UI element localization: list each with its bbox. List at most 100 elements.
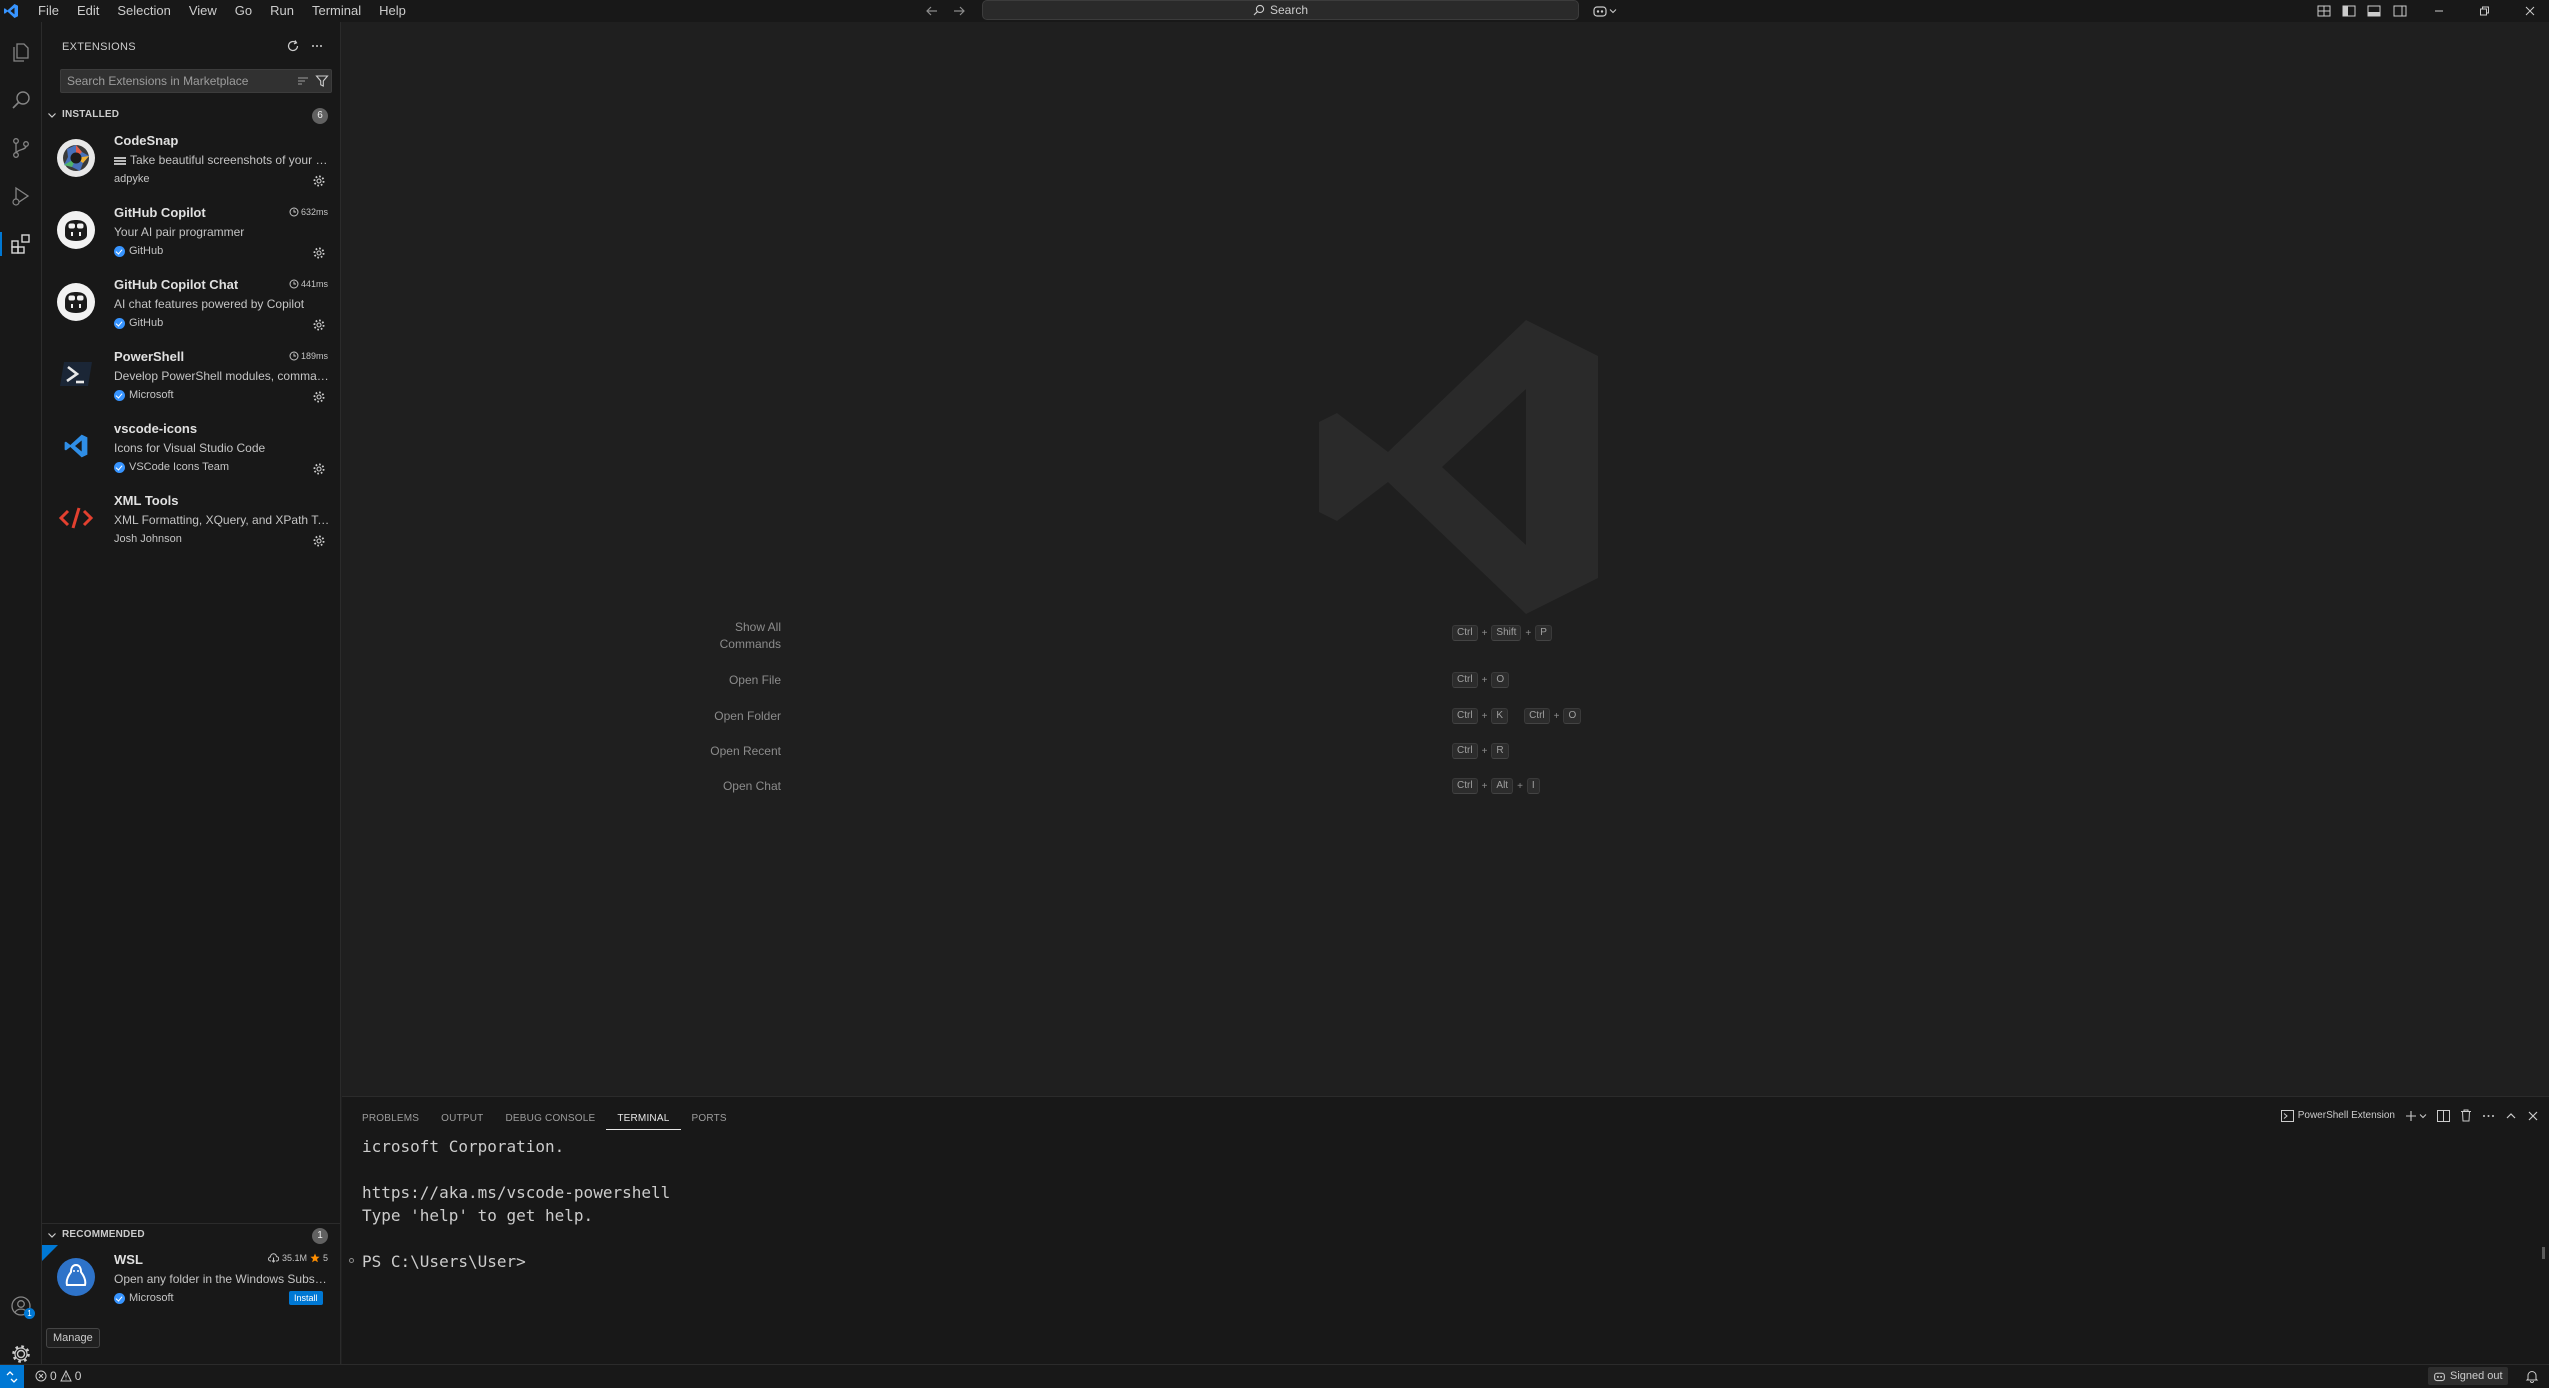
bottom-panel: PROBLEMS OUTPUT DEBUG CONSOLE TERMINAL P… xyxy=(342,1096,2549,1364)
recommended-section-label: RECOMMENDED xyxy=(62,1229,145,1240)
editor-area: Show All Commands Ctrl + Shift + P Open Fi… xyxy=(342,22,2549,1096)
extension-item-codesnap[interactable]: CodeSnap Take beautiful screenshots of y… xyxy=(42,126,340,198)
command-decoration-icon[interactable] xyxy=(349,1258,354,1263)
menu-terminal[interactable]: Terminal xyxy=(304,0,369,22)
extension-item-vscode-icons[interactable]: vscode-icons Icons for Visual Studio Cod… xyxy=(42,414,340,486)
extension-search-input[interactable] xyxy=(61,70,287,92)
tab-debug-console[interactable]: DEBUG CONSOLE xyxy=(494,1112,606,1129)
extension-name: vscode-icons xyxy=(114,421,198,436)
install-button[interactable]: Install xyxy=(289,1291,323,1305)
new-terminal-button[interactable] xyxy=(2405,1110,2427,1122)
extension-publisher: adpyke xyxy=(114,173,150,185)
command-center-search[interactable]: Search xyxy=(982,0,1579,20)
activation-time: 632ms xyxy=(289,207,328,217)
run-debug-icon[interactable] xyxy=(5,180,37,212)
search-icon xyxy=(1253,4,1265,16)
trash-icon[interactable] xyxy=(2460,1109,2472,1122)
tab-output[interactable]: OUTPUT xyxy=(430,1112,494,1129)
menu-run[interactable]: Run xyxy=(262,0,302,22)
menu-help[interactable]: Help xyxy=(371,0,414,22)
close-panel-icon[interactable] xyxy=(2527,1110,2539,1122)
extension-name: XML Tools xyxy=(114,493,179,508)
extension-description: Develop PowerShell modules, commands and… xyxy=(114,369,332,383)
forward-arrow-icon[interactable] xyxy=(952,4,966,18)
shortcut-label: Open Folder xyxy=(714,709,781,723)
tab-terminal[interactable]: TERMINAL xyxy=(606,1112,681,1130)
extension-description: Icons for Visual Studio Code xyxy=(114,441,266,455)
problems-status[interactable]: 0 0 xyxy=(35,1369,81,1383)
extensions-icon[interactable] xyxy=(0,228,37,260)
installed-count-badge: 6 xyxy=(312,108,328,124)
menu-selection[interactable]: Selection xyxy=(109,0,178,22)
copilot-icon xyxy=(1593,6,1607,17)
close-window-icon[interactable] xyxy=(2523,4,2537,18)
installed-section-header[interactable]: INSTALLED 6 xyxy=(42,104,340,126)
extension-item-github-copilot-chat[interactable]: GitHub Copilot Chat 441ms AI chat featur… xyxy=(42,270,340,342)
toggle-panel-icon[interactable] xyxy=(2366,3,2382,19)
toggle-primary-sidebar-icon[interactable] xyxy=(2341,3,2357,19)
more-actions-icon[interactable] xyxy=(2482,1110,2495,1122)
notifications-bell-icon[interactable] xyxy=(2525,1369,2539,1383)
terminal-scrollbar[interactable] xyxy=(2542,1247,2545,1259)
more-actions-icon[interactable] xyxy=(310,39,324,53)
chevron-down-icon xyxy=(46,109,58,121)
extension-settings-gear-icon[interactable] xyxy=(312,318,326,332)
copilot-status[interactable]: Signed out xyxy=(2428,1367,2508,1385)
split-terminal-icon[interactable] xyxy=(2437,1109,2450,1122)
extension-settings-gear-icon[interactable] xyxy=(312,390,326,404)
menu-go[interactable]: Go xyxy=(227,0,260,22)
maximize-panel-icon[interactable] xyxy=(2505,1110,2517,1122)
menu-file[interactable]: File xyxy=(30,0,67,22)
terminal-instance[interactable]: PowerShell Extension xyxy=(2280,1109,2395,1122)
toggle-secondary-sidebar-icon[interactable] xyxy=(2392,3,2408,19)
back-arrow-icon[interactable] xyxy=(925,4,939,18)
search-icon[interactable] xyxy=(5,84,37,116)
tab-problems[interactable]: PROBLEMS xyxy=(362,1112,430,1129)
remote-indicator[interactable] xyxy=(0,1365,24,1388)
terminal-line: https://aka.ms/vscode-powershell xyxy=(362,1183,671,1202)
filter-icon[interactable] xyxy=(315,74,329,88)
source-control-icon[interactable] xyxy=(5,132,37,164)
tab-ports[interactable]: PORTS xyxy=(681,1112,738,1129)
extension-settings-gear-icon[interactable] xyxy=(312,174,326,188)
extension-description: AI chat features powered by Copilot xyxy=(114,297,305,311)
download-cloud-icon xyxy=(267,1253,279,1263)
menu-view[interactable]: View xyxy=(181,0,225,22)
refresh-icon[interactable] xyxy=(286,39,300,53)
extension-description: Open any folder in the Windows Subsystem… xyxy=(114,1272,332,1286)
remote-icon xyxy=(6,1370,18,1383)
command-center-label: Search xyxy=(1269,3,1309,17)
menu-edit[interactable]: Edit xyxy=(69,0,107,22)
copilot-menu-button[interactable] xyxy=(1592,3,1617,19)
extension-name: WSL xyxy=(114,1252,143,1267)
terminal-powershell-icon xyxy=(2280,1109,2294,1122)
download-count: 35.1M xyxy=(281,1253,307,1263)
extension-item-xml-tools[interactable]: XML Tools XML Formatting, XQuery, and XP… xyxy=(42,486,340,558)
clear-filter-icon[interactable] xyxy=(297,75,309,87)
extension-publisher: Microsoft xyxy=(114,1292,174,1304)
terminal-output[interactable]: icrosoft Corporation. https://aka.ms/vsc… xyxy=(349,1135,671,1273)
extension-settings-gear-icon[interactable] xyxy=(312,246,326,260)
extension-settings-gear-icon[interactable] xyxy=(312,534,326,548)
extension-settings-gear-icon[interactable] xyxy=(312,462,326,476)
extension-item-powershell[interactable]: PowerShell 189ms Develop PowerShell modu… xyxy=(42,342,340,414)
clock-icon xyxy=(289,351,299,361)
panel-actions: PowerShell Extension xyxy=(2280,1109,2539,1122)
minimize-icon[interactable] xyxy=(2432,4,2446,18)
accounts-icon[interactable]: 1 xyxy=(5,1290,37,1322)
restore-icon[interactable] xyxy=(2477,4,2491,18)
recommended-section-header[interactable]: RECOMMENDED 1 xyxy=(42,1223,340,1246)
customize-layout-icon[interactable] xyxy=(2316,3,2332,19)
extensions-sidebar: EXTENSIONS INSTALLED 6 CodeSnap Take bea… xyxy=(42,22,341,1374)
vscode-icons-icon xyxy=(55,425,97,467)
shortcut-label: Show All Commands xyxy=(719,620,781,651)
extension-stats: 35.1M 5 xyxy=(267,1253,328,1263)
extension-publisher: Josh Johnson xyxy=(114,533,182,545)
panel-tabs: PROBLEMS OUTPUT DEBUG CONSOLE TERMINAL P… xyxy=(362,1112,738,1130)
extension-item-wsl[interactable]: WSL 35.1M 5 Open any folder in the Windo… xyxy=(42,1245,340,1317)
extension-publisher: GitHub xyxy=(114,317,163,329)
extension-name: GitHub Copilot Chat xyxy=(114,277,239,292)
extension-item-github-copilot[interactable]: GitHub Copilot 632ms Your AI pair progra… xyxy=(42,198,340,270)
shortcut-open-recent: Open Recent Ctrl + R xyxy=(342,743,2549,763)
explorer-icon[interactable] xyxy=(5,36,37,68)
